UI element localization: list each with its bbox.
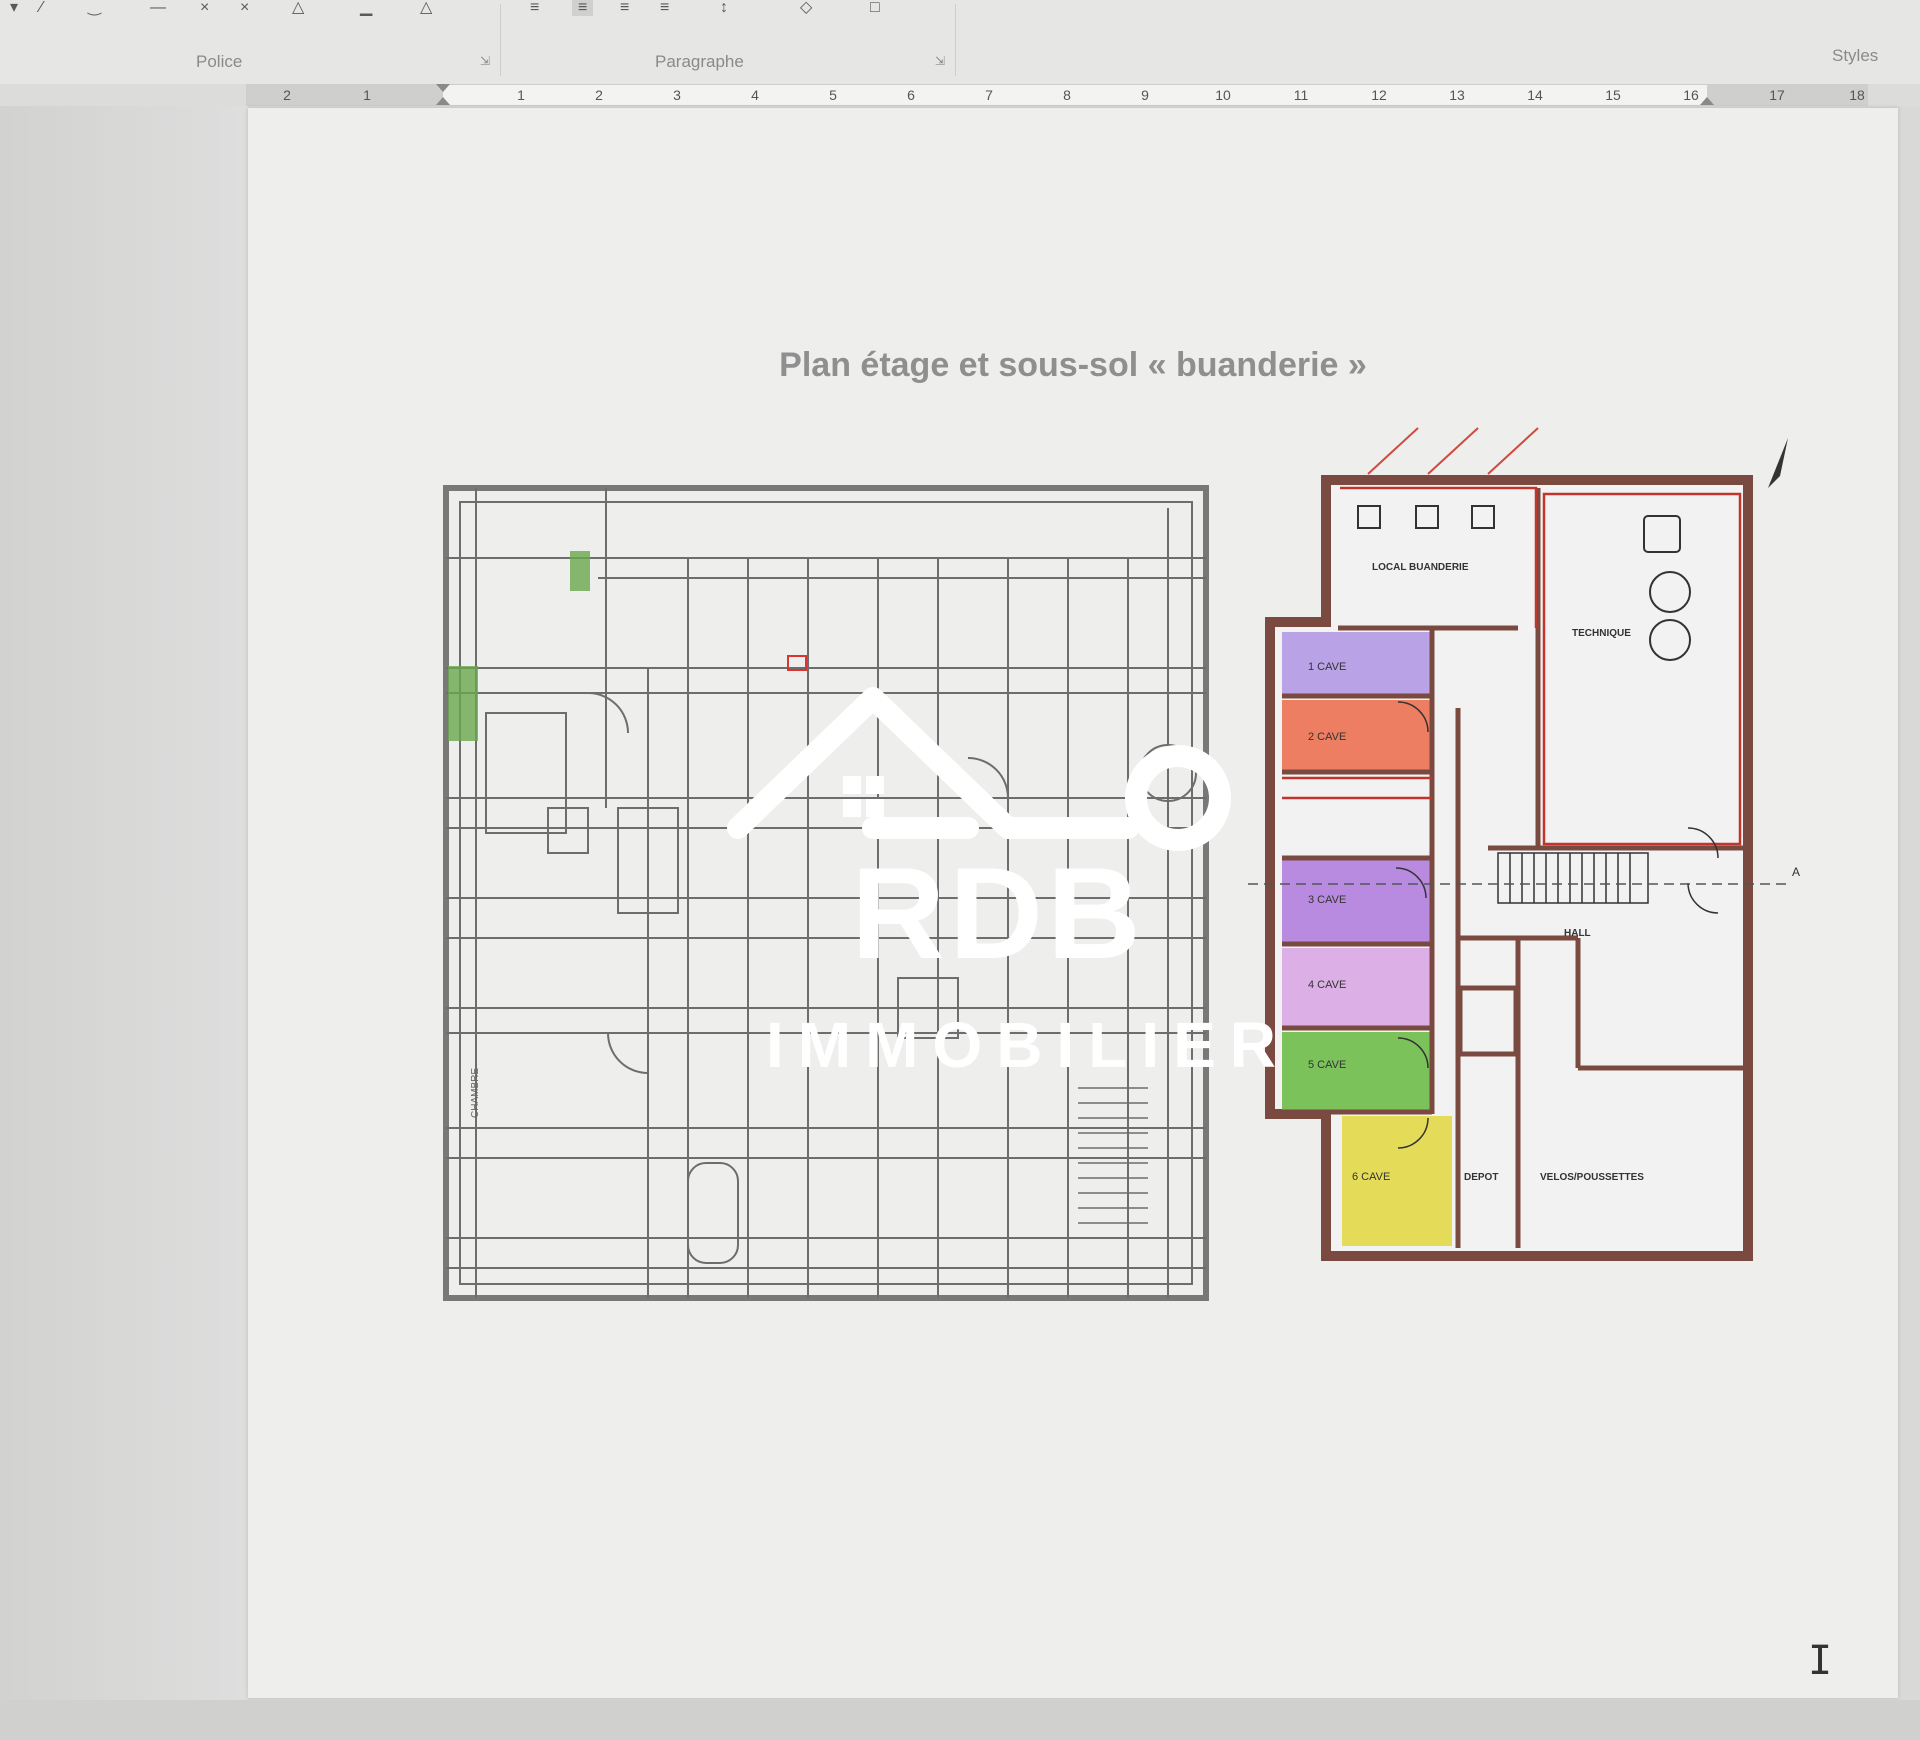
highlight-icon[interactable]: ▁ (360, 0, 372, 16)
cave-1 (1282, 632, 1432, 696)
text-effects-icon[interactable]: △ (292, 0, 304, 16)
police-launcher-icon[interactable]: ⇲ (480, 54, 490, 68)
plan-label-technique: TECHNIQUE (1572, 628, 1631, 639)
justify-icon[interactable]: ≡ (660, 0, 669, 16)
green-wall-accent (448, 666, 478, 741)
first-line-indent-marker[interactable] (436, 84, 450, 92)
ruler-number: 13 (1449, 87, 1465, 103)
ruler-number: 4 (751, 87, 759, 103)
shading-icon[interactable]: ◇ (800, 0, 812, 16)
line-spacing-icon[interactable]: ↕ (720, 0, 728, 16)
align-left-icon[interactable]: ≡ (530, 0, 539, 16)
horizontal-ruler[interactable]: 2 1 1 2 3 4 5 6 7 8 9 10 11 12 13 14 15 … (246, 84, 1868, 106)
ruler-number: 3 (673, 87, 681, 103)
ruler-number: 10 (1215, 87, 1231, 103)
plan-label-cave-3: 3 CAVE (1308, 894, 1346, 906)
plan-label-cave-4: 4 CAVE (1308, 979, 1346, 991)
bold-icon[interactable]: ⁄ (40, 0, 43, 16)
ruler-number: 2 (595, 87, 603, 103)
north-arrow-icon (1768, 438, 1788, 488)
ruler-left-margin (247, 85, 443, 105)
document-page[interactable]: Plan étage et sous-sol « buanderie » CHA… (248, 108, 1898, 1698)
watermark-logo-text: RDB (851, 840, 1145, 986)
plan-label-local-buanderie: LOCAL BUANDERIE (1372, 562, 1469, 573)
group-label-police: Police (196, 52, 243, 71)
ruler-number: 5 (829, 87, 837, 103)
plan-label-depot: DEPOT (1464, 1172, 1498, 1183)
ruler-number: 1 (363, 87, 371, 103)
ruler-number: 11 (1293, 87, 1309, 103)
strikethrough-icon[interactable]: — (150, 0, 166, 16)
group-separator (500, 4, 501, 76)
plan-label-cave-1: 1 CAVE (1308, 661, 1346, 673)
watermark-logo-icon (727, 687, 1231, 851)
subscript-icon[interactable]: × (200, 0, 209, 16)
plan-label-cave-2: 2 CAVE (1308, 731, 1346, 743)
text-cursor-icon: I (1808, 1638, 1833, 1684)
underline-icon[interactable]: ‿ (88, 0, 101, 16)
ruler-number: 12 (1371, 87, 1387, 103)
group-label-paragraphe: Paragraphe (655, 52, 744, 71)
group-label-styles: Styles (1832, 46, 1879, 65)
ruler-number: 14 (1527, 87, 1543, 103)
align-right-icon[interactable]: ≡ (620, 0, 629, 16)
ruler-number: 1 (517, 87, 525, 103)
bottom-bar (0, 1700, 1920, 1740)
ruler-number: 7 (985, 87, 993, 103)
ruler-right-margin (1707, 85, 1867, 105)
green-wall-accent (570, 551, 590, 591)
ruler-number: 6 (907, 87, 915, 103)
plan-label-chambre: CHAMBRE (470, 1068, 481, 1118)
left-indent-marker[interactable] (436, 97, 450, 105)
superscript-icon[interactable]: × (240, 0, 249, 16)
ruler-number: 18 (1849, 87, 1865, 103)
plan-label-velos: VELOS/POUSSETTES (1540, 1172, 1644, 1183)
paragraphe-launcher-icon[interactable]: ⇲ (935, 54, 945, 68)
font-color-icon[interactable]: △ (420, 0, 432, 16)
plan-label-cave-6: 6 CAVE (1352, 1171, 1390, 1183)
ruler-number: 2 (283, 87, 291, 103)
ruler-number: 16 (1683, 87, 1699, 103)
ribbon: ▾ ⁄ ‿ — × × △ ▁ △ ≡ ≡ ≡ ≡ ↕ ◇ □ Police ⇲… (0, 0, 1920, 85)
cave-2 (1282, 700, 1432, 772)
ruler-number: 15 (1605, 87, 1621, 103)
group-separator (955, 4, 956, 76)
align-center-icon[interactable]: ≡ (572, 0, 594, 16)
basement-plan: LOCAL BUANDERIE TECHNIQUE HALL DEPOT VEL… (1248, 427, 1800, 1261)
borders-icon[interactable]: □ (870, 0, 880, 16)
workspace-background (0, 106, 248, 1740)
ruler-number: 8 (1063, 87, 1071, 103)
font-size-icon[interactable]: ▾ (10, 0, 18, 16)
ruler-number: 9 (1141, 87, 1149, 103)
right-indent-marker[interactable] (1700, 97, 1714, 105)
plan-label-hall: HALL (1564, 928, 1591, 939)
ruler-area: 2 1 1 2 3 4 5 6 7 8 9 10 11 12 13 14 15 … (0, 84, 1920, 106)
plan-label-section-a: A (1792, 865, 1800, 879)
ruler-number: 17 (1769, 87, 1785, 103)
watermark-subtitle: IMMOBILIER (766, 1009, 1290, 1081)
